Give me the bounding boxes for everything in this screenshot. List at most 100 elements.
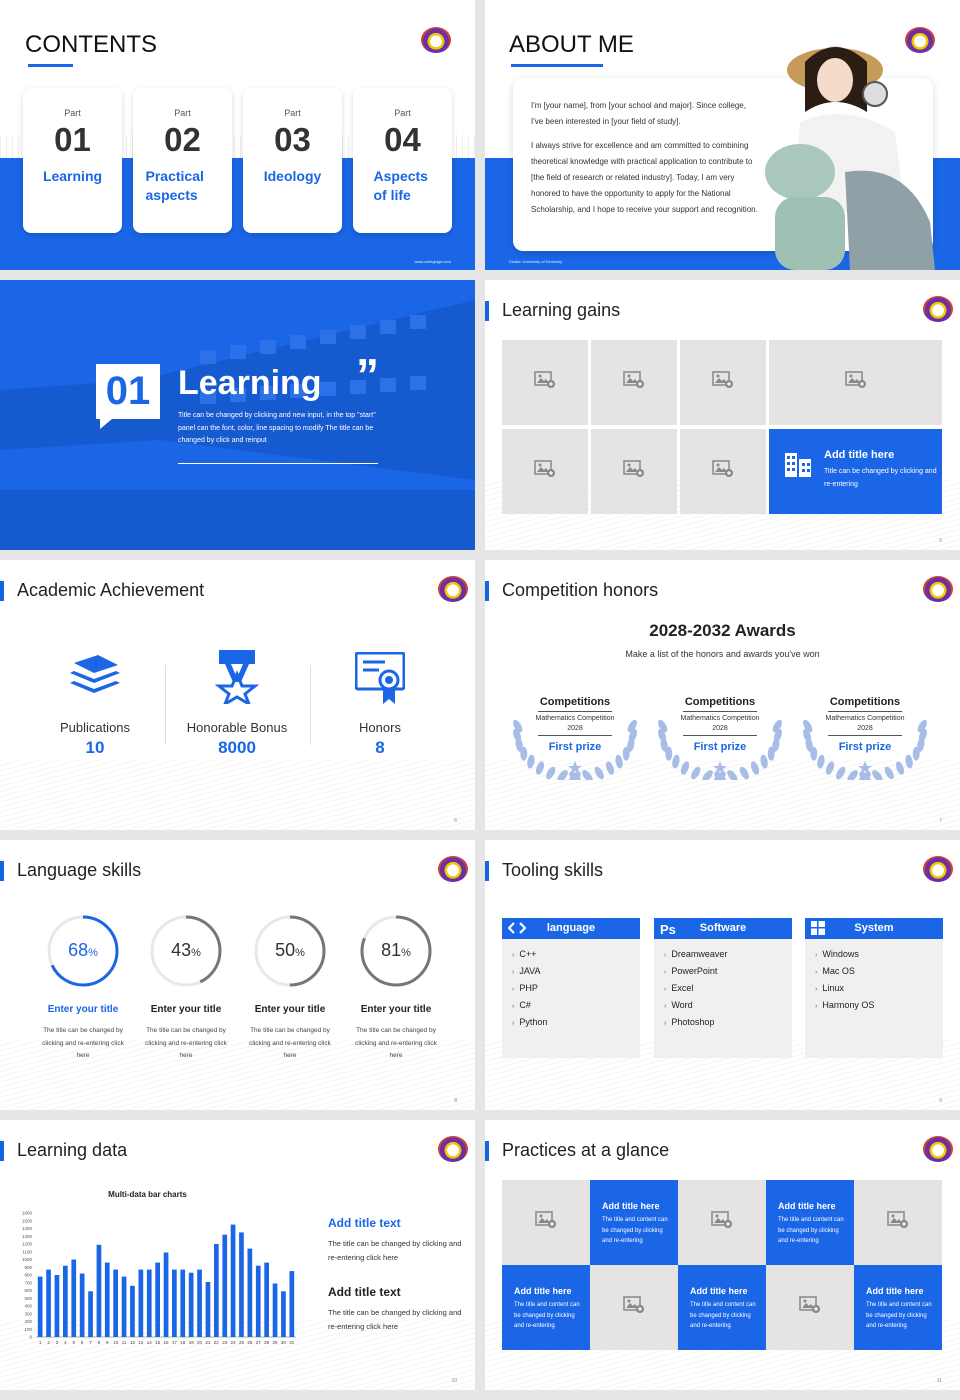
bar	[37, 1276, 43, 1337]
bar	[272, 1283, 278, 1337]
skill-ring: 50%	[252, 913, 328, 989]
bar	[71, 1259, 77, 1337]
college-logo	[421, 27, 451, 53]
slide-tooling-skills[interactable]: Tooling skills language › C++ › JAVA › PHP › C# ›…	[485, 840, 960, 1110]
practice-card[interactable]: Add title here The title and content can …	[590, 1180, 678, 1265]
slide-title: Tooling skills	[502, 860, 604, 880]
bar	[214, 1244, 219, 1337]
x-tick-label: 30	[281, 1340, 287, 1345]
award-year: 2028	[857, 725, 873, 732]
info-card[interactable]: Add title here Title can be changed by cl…	[769, 429, 942, 514]
y-tick-label: 1300	[22, 1234, 33, 1239]
image-placeholder[interactable]	[678, 1180, 766, 1265]
bar	[104, 1262, 110, 1337]
tool-item: › Harmony OS	[815, 1000, 874, 1010]
slide-academic-achievement[interactable]: Academic Achievement Publications 10 Honor…	[0, 560, 475, 830]
slide-language-skills[interactable]: Language skills 68% Enter your title The t…	[0, 840, 475, 1110]
award-rule	[683, 735, 757, 736]
image-icon	[799, 1296, 821, 1319]
image-placeholder[interactable]	[766, 1265, 854, 1350]
practice-card[interactable]: Add title here The title and content can …	[854, 1265, 942, 1350]
practice-card-text: The title and content can be changed by …	[690, 1302, 756, 1329]
image-placeholder[interactable]	[680, 340, 766, 425]
bar	[121, 1276, 127, 1337]
award-title: Competitions	[684, 696, 756, 708]
skill-title: Enter your title	[360, 1004, 432, 1015]
skill-text: The title can be changed by clicking and…	[355, 1027, 437, 1059]
x-tick-label: 13	[138, 1340, 144, 1345]
slide-title: Learning gains	[502, 300, 621, 320]
skill-text: The title can be changed by clicking and…	[42, 1027, 124, 1059]
bullet-icon: ›	[512, 969, 515, 976]
y-tick-label: 400	[24, 1304, 32, 1309]
slide-learning-gains[interactable]: Learning gains Add title here Title can b…	[485, 280, 960, 550]
bar-chart: 0 100 200 300 400 500 600 700 800 900 1000 1100 1200…	[22, 1211, 296, 1345]
slide-learning-data[interactable]: Learning data Multi-data bar charts 0 100…	[0, 1120, 475, 1390]
tool-item-label: Dreamweaver	[671, 949, 728, 959]
achievement-label: Honors	[359, 720, 401, 735]
skill-ring: 81%	[358, 913, 434, 989]
award-badge[interactable]: Competitions Mathematics Competition 2028 F…	[800, 685, 930, 783]
image-icon	[623, 371, 645, 394]
image-placeholder[interactable]	[680, 429, 766, 514]
tool-item: › Mac OS	[815, 966, 855, 976]
building-icon	[783, 451, 813, 482]
college-logo	[438, 576, 468, 602]
practice-card-title: Add title here	[866, 1286, 924, 1296]
divider	[165, 665, 166, 745]
bar	[264, 1262, 269, 1337]
image-placeholder[interactable]	[502, 1180, 590, 1265]
contents-card-1[interactable]: Part 01 Learning	[23, 88, 122, 233]
part-number: 02	[164, 121, 201, 158]
tool-column-title: Software	[699, 922, 747, 934]
bar	[289, 1271, 295, 1337]
part-number: 01	[54, 121, 91, 158]
image-placeholder[interactable]	[854, 1180, 942, 1265]
tool-column: language › C++ › JAVA › PHP › C# › Python	[502, 918, 640, 1058]
practice-card[interactable]: Add title here The title and content can …	[502, 1265, 590, 1350]
practice-card[interactable]: Add title here The title and content can …	[678, 1265, 766, 1350]
image-placeholder[interactable]	[590, 1265, 678, 1350]
practice-card[interactable]: Add title here The title and content can …	[766, 1180, 854, 1265]
bar	[163, 1252, 169, 1337]
award-badge[interactable]: Competitions Mathematics Competition 2028 F…	[510, 685, 640, 783]
bullet-icon: ›	[815, 1003, 818, 1010]
image-placeholder[interactable]	[591, 429, 677, 514]
tool-column-header: System	[805, 918, 943, 939]
college-logo	[923, 856, 953, 882]
image-placeholder[interactable]	[769, 340, 942, 425]
award-rule	[538, 711, 612, 712]
y-tick-label: 100	[24, 1327, 32, 1332]
section-divider	[178, 463, 378, 464]
tool-item: › PowerPoint	[664, 966, 717, 976]
image-placeholder[interactable]	[591, 340, 677, 425]
slide-title: Academic Achievement	[17, 580, 205, 600]
tool-item: › Linux	[815, 983, 844, 993]
college-logo	[905, 27, 935, 53]
contents-card-2[interactable]: Part 02 Practical aspects	[133, 88, 232, 233]
y-tick-label: 0	[29, 1335, 32, 1340]
image-placeholder[interactable]	[502, 429, 588, 514]
text-block-body: The title can be changed by clicking and…	[328, 1308, 462, 1331]
slide-practices[interactable]: Practices at a glance Add title here The …	[485, 1120, 960, 1390]
image-placeholder[interactable]	[502, 340, 588, 425]
x-tick-label: 12	[130, 1340, 136, 1345]
award-prize: First prize	[548, 741, 602, 753]
slide-contents[interactable]: CONTENTS Part 01 Learning Part 02 Practical a…	[0, 0, 475, 270]
bullet-icon: ›	[815, 986, 818, 993]
award-badge[interactable]: Competitions Mathematics Competition 2028 F…	[655, 685, 785, 783]
slide-about-me[interactable]: ABOUT ME I'm [your name], from [your sch…	[485, 0, 960, 270]
x-tick-label: 14	[147, 1340, 153, 1345]
bar	[281, 1291, 286, 1337]
tool-item-label: PHP	[519, 983, 538, 993]
slide-section-learning[interactable]: 01 Learning ” Title can be changed by cl…	[0, 280, 475, 550]
tool-item-label: JAVA	[519, 966, 541, 976]
slide-competition-honors[interactable]: Competition honors 2028-2032 Awards Make…	[485, 560, 960, 830]
contents-card-3[interactable]: Part 03 Ideology	[243, 88, 342, 233]
certificate-icon	[354, 651, 406, 709]
bar	[146, 1269, 152, 1337]
tool-item: › C#	[512, 1000, 531, 1010]
contents-card-4[interactable]: Part 04 Aspects of life	[353, 88, 452, 233]
skill-ring: 43%	[148, 913, 224, 989]
tool-item: › Photoshop	[664, 1017, 714, 1027]
